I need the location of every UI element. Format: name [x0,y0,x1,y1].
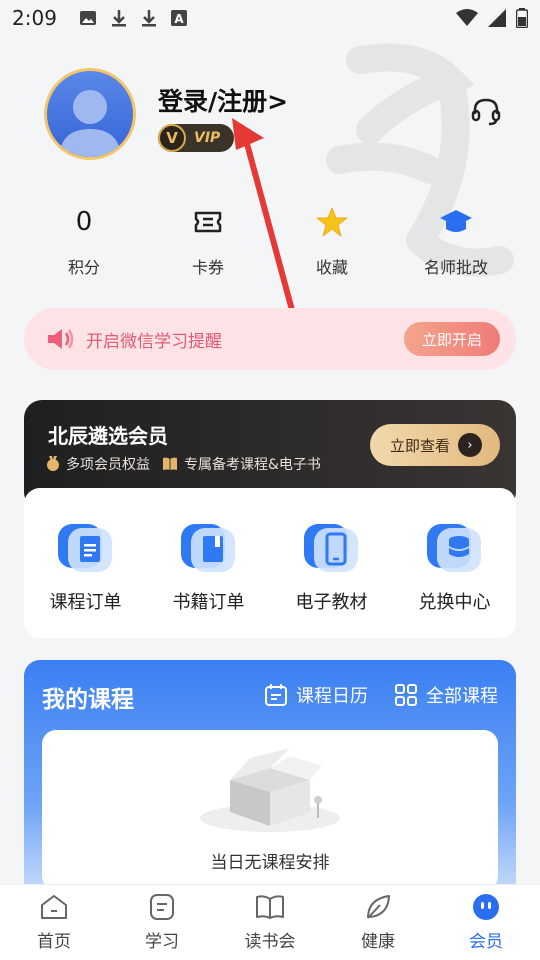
tab-home[interactable]: 首页 [0,885,108,960]
e-textbooks-item[interactable]: 电子教材 [270,522,393,638]
grid-icon [395,684,417,706]
wifi-icon [456,9,478,26]
coupons-label: 卡券 [191,258,224,277]
tab-study[interactable]: 学习 [108,885,216,960]
tab-book-club-label: 读书会 [244,932,296,952]
teacher-review-label: 名师批改 [423,258,488,277]
book-orders-label: 书籍订单 [172,592,245,613]
my-courses-title: 我的课程 [42,687,134,713]
stat-favorites[interactable]: 收藏 [270,200,394,290]
all-courses-label: 全部课程 [426,686,498,707]
redeem-center-label: 兑换中心 [418,592,491,613]
course-calendar-link[interactable]: 课程日历 [264,682,368,708]
vip-badge[interactable]: V VIP [158,124,234,152]
course-calendar-label: 课程日历 [296,686,368,707]
coins-icon [426,524,481,572]
reminder-text: 开启微信学习提醒 [86,331,222,352]
my-courses-card: 我的课程 课程日历 全部课程 当日无课程安排 [24,660,516,900]
star-icon [316,207,348,237]
status-time: 2:09 [12,6,57,30]
megaphone-icon [48,329,74,349]
points-label: 积分 [67,258,100,277]
book-open-icon [256,895,284,919]
orders-grid: 课程订单 书籍订单 电子教材 兑换中心 [24,488,516,638]
a-icon: A [170,10,187,26]
headset-icon[interactable] [470,96,502,128]
phone-icon [303,524,358,572]
membership-title: 北辰遴选会员 [48,424,168,448]
all-courses-link[interactable]: 全部课程 [394,682,498,708]
book-icon [163,457,177,470]
empty-course-text: 当日无课程安排 [210,853,330,873]
view-membership-label: 立即查看 [390,436,451,455]
download-icon [141,10,156,27]
graduation-cap-icon [440,210,472,232]
calendar-icon [265,684,287,706]
tab-book-club[interactable]: 读书会 [216,885,324,960]
points-value: 0 [75,207,93,237]
vip-letter: V [158,124,186,152]
vip-text: VIP [194,130,221,146]
redeem-center-item[interactable]: 兑换中心 [393,522,516,638]
member-icon [473,894,499,920]
medal-icon [47,456,59,471]
perk-benefits: 多项会员权益 [66,457,150,473]
stat-teacher-review[interactable]: 名师批改 [394,200,518,290]
tab-home-label: 首页 [37,932,71,952]
tab-health[interactable]: 健康 [324,885,432,960]
book-orders-item[interactable]: 书籍订单 [147,522,270,638]
course-orders-label: 课程订单 [49,592,122,613]
image-icon [79,11,96,25]
perk-courses-ebooks: 专属备考课程&电子书 [184,457,321,473]
leaf-icon [367,895,390,919]
book-icon [180,524,235,572]
status-bar: 2:09 A [0,0,540,36]
view-membership-button[interactable]: 立即查看 › [370,424,500,466]
empty-box-illustration [200,748,340,832]
signal-icon [488,9,506,27]
stat-points[interactable]: 0 积分 [22,200,146,290]
bottom-tab-bar: 首页 学习 读书会 健康 会员 [0,884,540,960]
svg-text:A: A [174,12,184,26]
favorites-label: 收藏 [315,258,348,277]
battery-icon [516,8,528,28]
empty-course-panel: 当日无课程安排 [42,730,498,890]
study-icon [150,894,174,920]
document-icon [57,524,112,572]
course-orders-item[interactable]: 课程订单 [24,522,147,638]
enable-reminder-button[interactable]: 立即开启 [404,322,500,356]
stats-row: 0 积分 卡券 收藏 名师批改 [22,200,518,290]
tab-health-label: 健康 [361,932,395,952]
ticket-icon [194,211,222,233]
stat-coupons[interactable]: 卡券 [146,200,270,290]
user-placeholder-icon [59,90,121,157]
download-icon [111,10,126,27]
login-register-link[interactable]: 登录/注册> [158,82,288,118]
tab-member[interactable]: 会员 [432,885,540,960]
tab-study-label: 学习 [145,932,179,952]
wechat-reminder-banner[interactable]: 开启微信学习提醒 立即开启 [24,308,516,370]
chevron-right-icon: › [458,433,483,457]
e-textbooks-label: 电子教材 [295,592,368,613]
avatar[interactable] [44,68,136,160]
home-icon [41,895,67,919]
tab-member-label: 会员 [469,932,503,952]
